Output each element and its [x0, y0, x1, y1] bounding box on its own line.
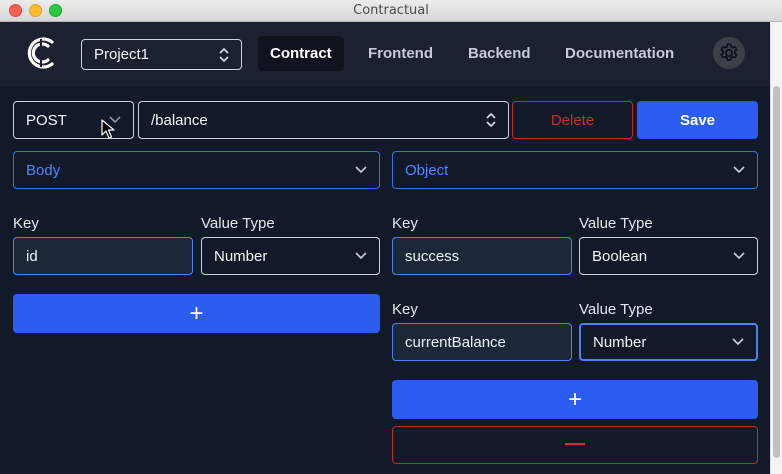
tab-backend[interactable]: Backend: [456, 36, 543, 71]
value-type-select[interactable]: Boolean: [579, 237, 758, 275]
value-type-select-value: Number: [593, 333, 647, 351]
chevron-down-icon: [733, 252, 745, 260]
key-input[interactable]: success: [392, 237, 572, 275]
plus-icon: +: [189, 299, 204, 327]
updown-chevron-icon: [486, 112, 496, 128]
method-select-value: POST: [26, 111, 67, 129]
tab-backend-label: Backend: [468, 45, 531, 62]
key-input[interactable]: id: [13, 237, 193, 275]
window-titlebar: Contractual: [0, 0, 782, 22]
tab-contract[interactable]: Contract: [258, 36, 344, 71]
key-input-value: currentBalance: [405, 333, 506, 351]
value-type-label: Value Type: [201, 215, 275, 232]
top-navbar: Project1 Contract Frontend Backend Docum…: [0, 22, 770, 86]
key-label: Key: [392, 215, 418, 232]
updown-chevron-icon: [219, 47, 229, 62]
delete-button[interactable]: Delete: [512, 101, 633, 139]
save-button[interactable]: Save: [637, 101, 758, 139]
gear-icon: [720, 43, 738, 61]
path-select-value: /balance: [151, 111, 208, 129]
delete-button-label: Delete: [550, 111, 595, 129]
value-type-label: Value Type: [579, 215, 653, 232]
object-section-select[interactable]: Object: [392, 151, 758, 189]
save-button-label: Save: [679, 111, 716, 129]
body-section-value: Body: [26, 161, 61, 179]
add-field-button[interactable]: +: [392, 380, 758, 419]
plus-icon: +: [567, 385, 582, 413]
value-type-label: Value Type: [579, 301, 653, 318]
value-type-select[interactable]: Number: [201, 237, 380, 275]
key-label: Key: [13, 215, 39, 232]
key-input-value: success: [405, 247, 460, 265]
key-input-value: id: [26, 247, 38, 265]
chevron-down-icon: [355, 252, 367, 260]
tab-documentation-label: Documentation: [565, 45, 675, 62]
tab-frontend-label: Frontend: [368, 45, 433, 62]
value-type-select-value: Number: [214, 247, 268, 265]
path-select[interactable]: /balance: [138, 101, 509, 139]
scrollbar-thumb[interactable]: [773, 86, 780, 458]
object-section-value: Object: [405, 161, 449, 179]
value-type-select[interactable]: Number: [579, 323, 758, 361]
project-select[interactable]: Project1: [81, 39, 242, 70]
contractual-logo-icon[interactable]: [24, 35, 58, 71]
remove-object-button[interactable]: —: [392, 426, 758, 464]
minus-icon: [565, 443, 585, 446]
tab-documentation[interactable]: Documentation: [553, 36, 686, 71]
mouse-cursor-icon: [101, 119, 115, 139]
value-type-select-value: Boolean: [592, 247, 648, 265]
settings-button[interactable]: [713, 37, 745, 69]
key-input[interactable]: currentBalance: [392, 323, 572, 361]
chevron-down-icon: [355, 166, 367, 174]
chevron-down-icon: [732, 338, 744, 346]
body-section-select[interactable]: Body: [13, 151, 380, 189]
tab-contract-label: Contract: [270, 45, 332, 62]
add-field-button[interactable]: +: [13, 294, 380, 333]
method-select[interactable]: POST: [13, 101, 134, 139]
tab-frontend[interactable]: Frontend: [356, 36, 445, 71]
chevron-down-icon: [733, 166, 745, 174]
window-title: Contractual: [353, 3, 429, 18]
key-label: Key: [392, 301, 418, 318]
project-select-value: Project1: [94, 46, 150, 63]
